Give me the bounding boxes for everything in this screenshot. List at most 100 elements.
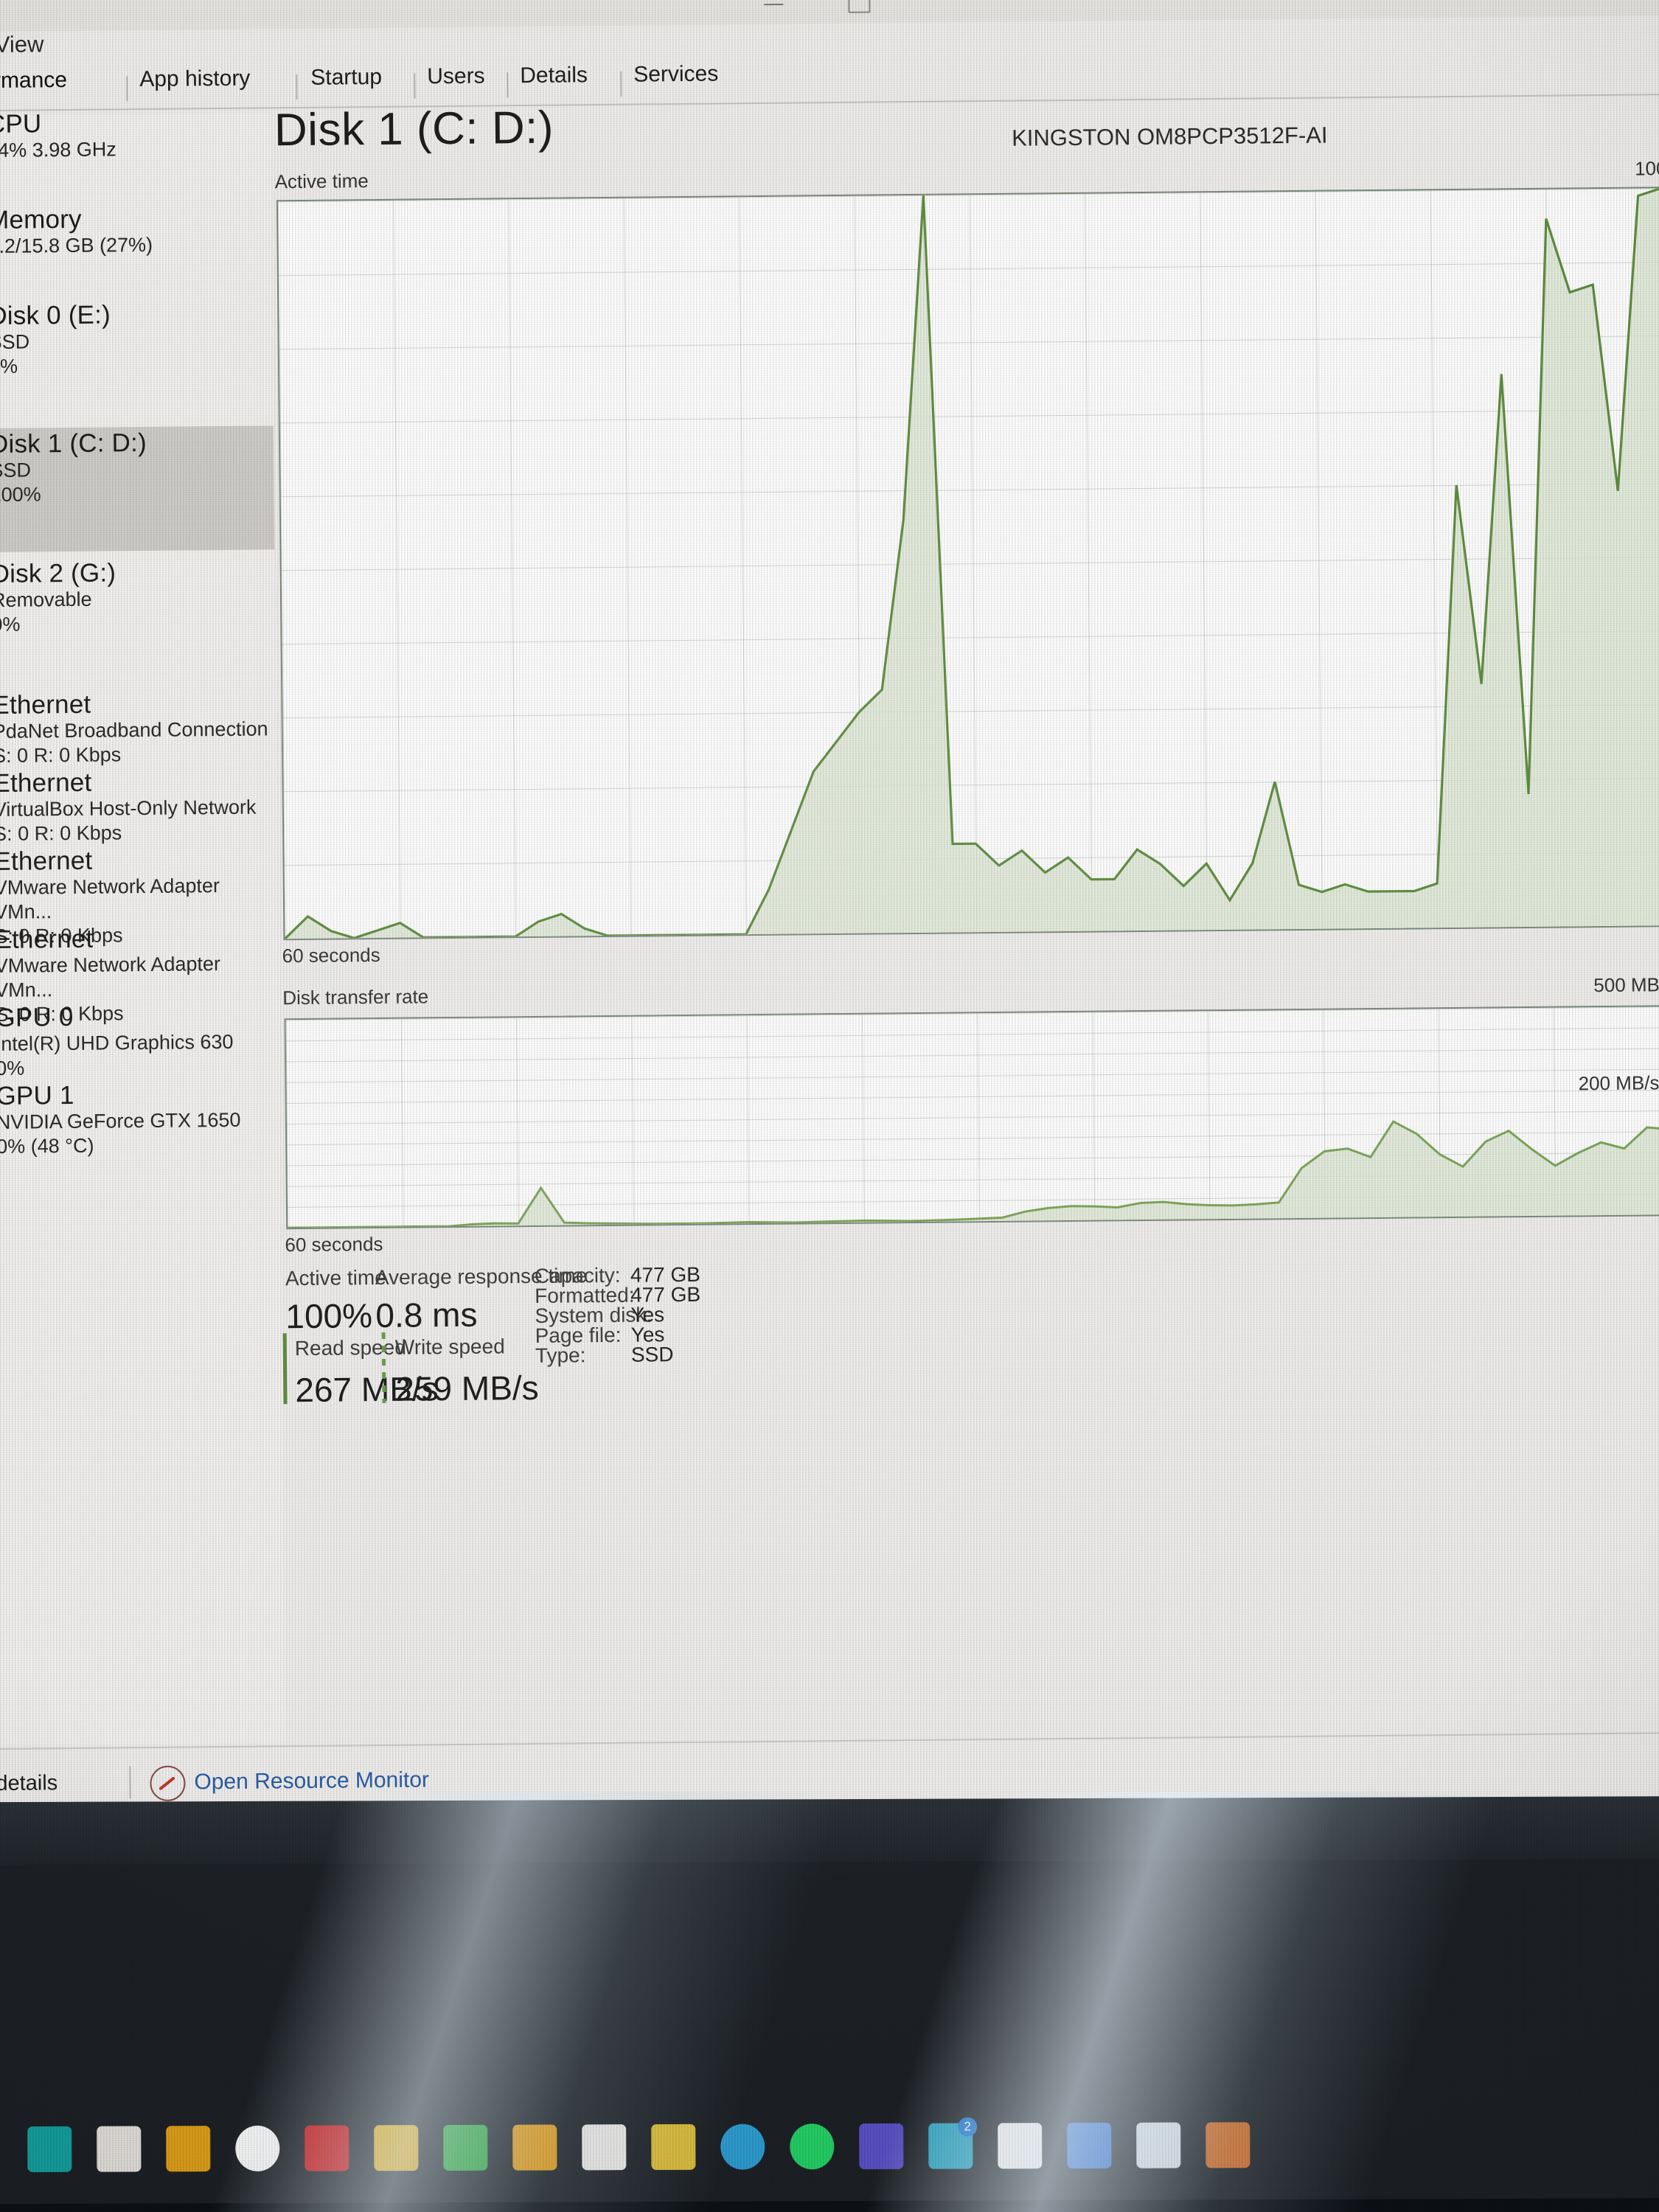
write-speed-legend-bar (381, 1332, 386, 1403)
transfer-rate-duration-label: 60 seconds (285, 1232, 383, 1256)
resource-monitor-icon (150, 1765, 186, 1802)
disk-stats: Active time 100% Average response time 0… (282, 1263, 1659, 1517)
sidebar-item-label: Disk 2 (G:) (0, 558, 116, 589)
resource-sidebar: CPU 44% 3.98 GHz Memory 4.2/15.8 GB (27%… (0, 109, 286, 1746)
sidebar-item-sub2: 0% (0, 1057, 25, 1080)
sidebar-item-label: GPU 0 (0, 1002, 74, 1032)
sidebar-item-disk-0[interactable]: Disk 0 (E:) SSD 0% (0, 297, 274, 424)
sidebar-item-sub1: VMware Network Adapter VMn... (0, 874, 220, 924)
sidebar-item-sub1: 4.2/15.8 GB (27%) (0, 234, 153, 258)
taskbar-icon-mail[interactable]: 2 (928, 2117, 978, 2169)
tab-startup[interactable]: Startup (310, 65, 382, 91)
transfer-rate-graph (284, 1005, 1659, 1230)
page-title: Disk 1 (C: D:) (274, 102, 554, 156)
sidebar-item-sub1: VMware Network Adapter VMn... (0, 953, 221, 1002)
transfer-rate-graph-label: Disk transfer rate (282, 985, 429, 1009)
sidebar-item-sub2: S: 0 R: 0 Kbps (0, 821, 122, 846)
sidebar-item-label: GPU 1 (0, 1080, 74, 1110)
taskbar-icon-discord[interactable] (859, 2123, 904, 2170)
sidebar-item-sub2: 100% (0, 483, 41, 507)
sidebar-item-sub1: SSD (0, 330, 30, 354)
sidebar-item-sub1: Intel(R) UHD Graphics 630 (0, 1031, 234, 1056)
disk-detail-panel: Disk 1 (C: D:) KINGSTON OM8PCP3512F-AI A… (274, 100, 1659, 1742)
footer-separator (129, 1766, 131, 1799)
sidebar-item-label: Disk 1 (C: D:) (0, 428, 147, 459)
sidebar-item-sub1: PdaNet Broadband Connection (0, 717, 268, 743)
sidebar-item-sub1: SSD (0, 459, 32, 482)
active-time-plot (284, 188, 1659, 939)
sidebar-item-sub1: 44% 3.98 GHz (0, 138, 116, 162)
sidebar-item-gpu-1[interactable]: GPU 1 NVIDIA GeForce GTX 1650 0% (48 °C) (0, 1077, 281, 1206)
tab-separator (296, 74, 298, 100)
tab-separator (126, 76, 128, 102)
taskbar-icon-telegram[interactable] (720, 2124, 765, 2170)
taskbar-icon-dev[interactable] (1067, 2122, 1112, 2169)
type-value: SSD (630, 1343, 674, 1366)
taskbar-icon-app-orange[interactable] (1206, 2122, 1251, 2168)
sidebar-item-cpu[interactable]: CPU 44% 3.98 GHz (0, 105, 271, 212)
sidebar-item-sub2: 0% (0, 613, 21, 636)
taskbar-icon-notes[interactable] (374, 2125, 419, 2171)
taskbar-icon-folder[interactable] (166, 2126, 211, 2172)
taskbar-icon-store[interactable] (27, 2126, 72, 2172)
tab-separator (507, 72, 509, 98)
taskbar: 2 (0, 1858, 1659, 2205)
active-time-graph (276, 187, 1659, 941)
sidebar-item-disk-2[interactable]: Disk 2 (G:) Removable 0% (0, 555, 276, 682)
active-time-max-label: 100 (1634, 157, 1659, 180)
taskbar-icon-whatsapp[interactable] (790, 2124, 835, 2170)
write-speed-stat-value: 259 MB/s (395, 1368, 539, 1408)
tab-separator (620, 71, 622, 97)
sidebar-item-label: Ethernet (0, 689, 91, 720)
transfer-rate-max-label: 500 MB/s (1593, 973, 1659, 997)
notification-badge: 2 (958, 2117, 978, 2137)
tab-services[interactable]: Services (633, 62, 718, 88)
taskbar-icon-app-yellow[interactable] (651, 2124, 696, 2171)
taskbar-icon-excel[interactable] (443, 2124, 488, 2171)
tab-users[interactable]: Users (427, 64, 485, 90)
transfer-rate-annotation: 200 MB/s (1578, 1071, 1659, 1095)
transfer-rate-plot (288, 1120, 1659, 1228)
read-speed-legend-bar (282, 1333, 288, 1405)
sidebar-item-label: CPU (0, 109, 42, 139)
avg-response-stat-value: 0.8 ms (375, 1295, 478, 1335)
read-speed-stat-label: Read speed (294, 1335, 406, 1360)
sidebar-item-sub1: Removable (0, 588, 92, 612)
window-controls: — (764, 0, 871, 14)
taskbar-icon-pdf[interactable] (305, 2125, 349, 2171)
sidebar-item-memory[interactable]: Memory 4.2/15.8 GB (27%) (0, 201, 272, 307)
taskbar-icon-calculator[interactable] (582, 2124, 627, 2171)
active-time-stat-label: Active time (285, 1265, 386, 1290)
fewer-details-button[interactable]: ewer details (0, 1771, 58, 1796)
tab-separator (414, 73, 416, 99)
tab-app-history[interactable]: App history (139, 66, 250, 92)
sidebar-item-sub1: VirtualBox Host-Only Network (0, 796, 257, 821)
taskbar-icon-opera[interactable] (235, 2125, 280, 2171)
open-resource-monitor-link[interactable]: Open Resource Monitor (194, 1767, 429, 1795)
taskbar-icon-3d-viewer[interactable] (1136, 2122, 1181, 2168)
taskbar-icon-explorer[interactable] (512, 2124, 557, 2171)
sidebar-item-label: Ethernet (0, 924, 94, 954)
active-time-graph-label: Active time (274, 170, 369, 193)
write-speed-stat-label: Write speed (394, 1335, 505, 1359)
task-manager-window: ...ager — ns View Performance App histor… (0, 0, 1659, 1874)
active-time-stat-value: 100% (285, 1296, 373, 1336)
menu-item-view[interactable]: View (0, 31, 44, 58)
taskbar-icon-terminal[interactable] (998, 2123, 1043, 2169)
maximize-icon[interactable] (848, 0, 871, 13)
minimize-icon[interactable]: — (764, 0, 783, 14)
tab-details[interactable]: Details (520, 63, 588, 88)
sidebar-item-sub2: 0% (0, 355, 18, 378)
sidebar-item-sub2: S: 0 R: 0 Kbps (0, 743, 122, 768)
tab-performance[interactable]: Performance (0, 68, 67, 94)
sidebar-item-disk-1[interactable]: Disk 1 (C: D:) SSD 100% (0, 425, 275, 553)
sidebar-item-label: Memory (0, 204, 82, 235)
taskbar-icon-explorer-alt[interactable] (97, 2126, 142, 2172)
screen-content: ...ager — ns View Performance App histor… (0, 0, 1659, 2205)
sidebar-item-sub2: 0% (48 °C) (0, 1134, 94, 1158)
sidebar-item-label: Ethernet (0, 846, 93, 876)
active-time-duration-label: 60 seconds (282, 943, 380, 967)
monitor-photo: ...ager — ns View Performance App histor… (0, 0, 1659, 2212)
sidebar-item-label: Ethernet (0, 768, 92, 798)
taskbar-icons: 2 (27, 2117, 1251, 2172)
